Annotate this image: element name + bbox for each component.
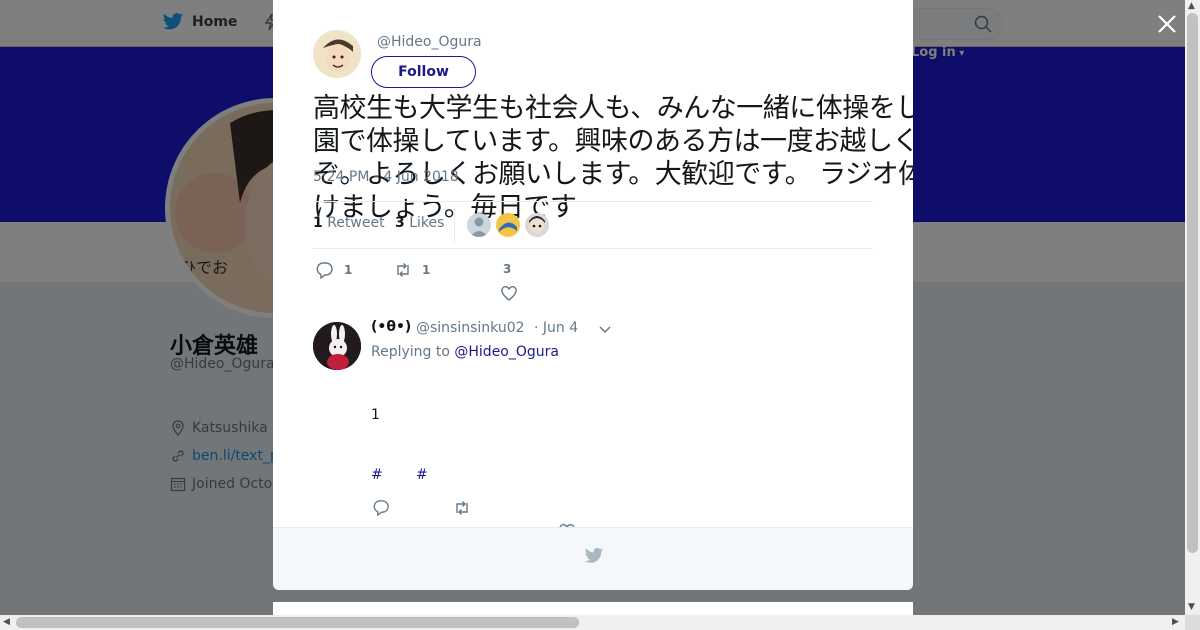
- cartoon-avatar-icon: [496, 213, 520, 237]
- default-user-icon: [467, 213, 491, 237]
- modal-footer: [273, 527, 913, 590]
- next-card-edge: [273, 602, 913, 616]
- vertical-scroll-thumb[interactable]: [1187, 13, 1198, 553]
- heart-icon[interactable]: [500, 285, 518, 303]
- replying-to-link[interactable]: @Hideo_Ogura: [454, 344, 559, 360]
- author-handle[interactable]: @Hideo_Ogura: [377, 34, 482, 50]
- likes-stat-count: 3: [395, 215, 405, 231]
- reply-icon[interactable]: [373, 499, 390, 516]
- retweet-stat-label: Retweet: [327, 215, 385, 231]
- scroll-right-arrow-icon[interactable]: ▶: [1172, 617, 1179, 627]
- likes-stat-label: Likes: [409, 215, 445, 231]
- retweet-stat-count: 1: [313, 215, 323, 231]
- reply-icon: [316, 262, 333, 279]
- author-avatar[interactable]: [313, 30, 361, 78]
- replying-to: Replying to @Hideo_Ogura: [371, 344, 559, 360]
- hashtag-link[interactable]: #: [416, 467, 428, 483]
- tweet-stats: 1 Retweet 3 Likes: [313, 201, 873, 249]
- twitter-bird-icon: [584, 547, 604, 563]
- reply-author-handle[interactable]: @sinsinsinku02: [416, 320, 525, 336]
- retweet-stat[interactable]: 1 Retweet: [313, 215, 385, 231]
- close-icon[interactable]: [1155, 12, 1179, 36]
- scroll-up-arrow-icon[interactable]: ▲: [1188, 1, 1195, 11]
- tweet-modal: @Hideo_Ogura Follow 高校生も大学生も社会人も、みんな一緒に体…: [273, 0, 913, 590]
- reply-count: 1: [344, 263, 353, 277]
- replying-prefix: Replying to: [371, 344, 450, 360]
- photo-avatar-icon: [525, 213, 549, 237]
- hashtag-link[interactable]: #: [371, 467, 383, 483]
- liker-avatar[interactable]: [467, 213, 491, 237]
- scroll-down-arrow-icon[interactable]: ▼: [1188, 602, 1195, 612]
- caricature-avatar-icon: [313, 30, 361, 78]
- retweet-icon[interactable]: [453, 499, 471, 517]
- reply-action[interactable]: 1: [316, 261, 352, 279]
- like-count-label: 3: [503, 262, 512, 276]
- retweet-action[interactable]: 1: [394, 261, 430, 279]
- follow-button[interactable]: Follow: [371, 56, 476, 88]
- stats-divider: [454, 208, 455, 242]
- retweet-count: 1: [422, 263, 431, 277]
- tweet-timestamp[interactable]: 5:24 PM - 4 Jun 2018: [313, 169, 459, 185]
- chevron-down-icon[interactable]: [598, 322, 612, 336]
- horizontal-scroll-thumb[interactable]: [16, 617, 579, 628]
- reply-text: 1: [371, 407, 380, 423]
- liker-avatar[interactable]: [496, 213, 520, 237]
- scrollbar-corner: [1185, 615, 1200, 630]
- retweet-icon: [397, 263, 409, 277]
- bunny-avatar-icon: [313, 322, 361, 370]
- horizontal-scrollbar[interactable]: ◀ ▶: [0, 615, 1185, 630]
- vertical-scrollbar[interactable]: ▲ ▼: [1185, 0, 1200, 615]
- reply-author-avatar[interactable]: [313, 322, 361, 370]
- likes-stat[interactable]: 3 Likes: [395, 215, 444, 231]
- reply-author-name[interactable]: (•θ•): [371, 319, 411, 335]
- reply-date[interactable]: · Jun 4: [534, 320, 578, 336]
- scroll-left-arrow-icon[interactable]: ◀: [3, 617, 10, 627]
- liker-avatar[interactable]: [525, 213, 549, 237]
